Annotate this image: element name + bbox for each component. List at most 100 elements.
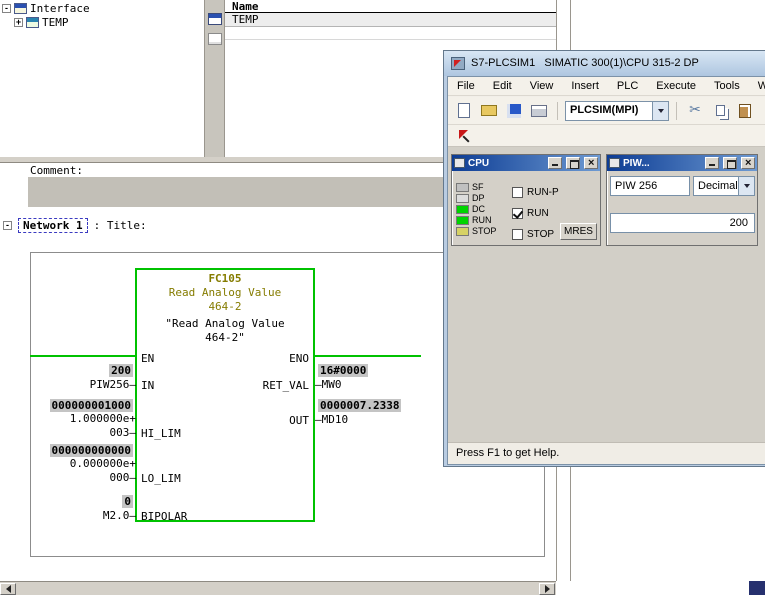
mode-dropdown[interactable]: PLCSIM(MPI) (565, 101, 669, 121)
save-button[interactable] (503, 100, 525, 122)
run-checkbox[interactable] (512, 208, 523, 219)
close-button[interactable] (584, 157, 598, 169)
pin-in: IN (141, 379, 154, 392)
ret-val-operand[interactable]: —MW0 (315, 378, 433, 391)
scroll-left-button[interactable] (0, 583, 16, 595)
plcsim-window-title: S7-PLCSIM1 SIMATIC 300(1)\CPU 315-2 DP (471, 57, 699, 70)
lo-lim-operand-line2[interactable]: 000— (30, 471, 136, 484)
menu-file[interactable]: File (448, 77, 484, 95)
stop-led-icon (456, 227, 469, 236)
table-row-temp[interactable]: TEMP (225, 13, 556, 27)
print-button[interactable] (528, 100, 550, 122)
hi-lim-operand-line2[interactable]: 003— (30, 426, 136, 439)
ret-val-monitor-value-row: 16#0000 (315, 364, 433, 377)
save-icon (507, 104, 521, 118)
mdi-client-area: CPU SF DP (448, 147, 765, 442)
maximize-button[interactable] (723, 157, 737, 169)
led-stop: STOP (456, 227, 496, 236)
collapse-icon[interactable]: - (2, 4, 11, 13)
toolbar-separator (676, 102, 677, 120)
bipolar-operand[interactable]: M2.0— (30, 509, 136, 522)
plcsim-window: S7-PLCSIM1 SIMATIC 300(1)\CPU 315-2 DP F… (443, 50, 765, 467)
network-collapse-icon[interactable]: - (3, 221, 12, 230)
new-button[interactable] (453, 100, 475, 122)
scroll-right-button[interactable] (539, 583, 555, 595)
hi-lim-operand-line1[interactable]: 1.000000e+ (30, 412, 136, 425)
table-row-empty[interactable] (225, 27, 556, 40)
out-monitor-value[interactable]: 0000007.2338 (318, 399, 401, 412)
horizontal-scrollbar[interactable] (0, 581, 556, 595)
menu-window[interactable]: Window (749, 77, 765, 95)
dropdown-button[interactable] (652, 102, 668, 120)
minimize-button[interactable] (705, 157, 719, 169)
in-operand[interactable]: PIW256— (30, 378, 136, 391)
temp-section-icon (26, 17, 39, 28)
piw-monitor-value[interactable]: 200 (610, 213, 755, 233)
checkbox-label: RUN-P (527, 186, 559, 199)
block-name-line1: "Read Analog Value (137, 317, 313, 330)
menu-edit[interactable]: Edit (484, 77, 521, 95)
expand-icon[interactable]: + (14, 18, 23, 27)
mres-button[interactable]: MRES (560, 223, 597, 240)
lo-lim-operand-line1[interactable]: 0.000000e+ (30, 457, 136, 470)
out-monitor-value-row: 0000007.2338 (315, 399, 433, 412)
sf-led-icon (456, 183, 469, 192)
stop-checkbox[interactable] (512, 229, 523, 240)
in-monitor-value[interactable]: 200 (109, 364, 133, 377)
table-header-name[interactable]: Name (225, 0, 556, 13)
menu-tools[interactable]: Tools (705, 77, 749, 95)
stop-checkbox-row[interactable]: STOP (512, 228, 554, 241)
tree-node-label: TEMP (42, 16, 69, 29)
run-checkbox-row[interactable]: RUN (512, 207, 549, 220)
bipolar-monitor-value-row: 0 (30, 495, 136, 508)
toggle-simulation-button[interactable] (454, 125, 476, 147)
led-sf: SF (456, 183, 484, 192)
piw-address-input[interactable]: PIW 256 (610, 176, 690, 196)
tree-node-interface[interactable]: - Interface (2, 2, 90, 15)
hi-lim-monitor-value[interactable]: 000000001000 (50, 399, 133, 412)
piw-window-title: PIW... (623, 157, 701, 170)
maximize-button[interactable] (566, 157, 580, 169)
block-title-line1: Read Analog Value (137, 286, 313, 299)
network-title[interactable]: : Title: (94, 219, 147, 232)
scroll-right-icon (545, 585, 550, 593)
close-button[interactable] (741, 157, 755, 169)
plcsim-menubar: File Edit View Insert PLC Execute Tools … (448, 77, 765, 96)
pin-ret-val: RET_VAL (263, 379, 309, 392)
cut-button[interactable] (684, 100, 706, 122)
menu-plc[interactable]: PLC (608, 77, 647, 95)
menu-insert[interactable]: Insert (562, 77, 608, 95)
paste-icon (739, 104, 751, 118)
plcsim-toolbar-2 (448, 125, 765, 147)
toolbar-separator (557, 102, 558, 120)
run-p-checkbox-row[interactable]: RUN-P (512, 186, 559, 199)
menu-view[interactable]: View (521, 77, 563, 95)
dropdown-button[interactable] (738, 177, 754, 195)
copy-button[interactable] (709, 100, 731, 122)
lo-lim-monitor-value[interactable]: 000000000000 (50, 444, 133, 457)
bipolar-monitor-value[interactable]: 0 (122, 495, 133, 508)
led-label: RUN (472, 216, 492, 225)
cpu-window[interactable]: CPU SF DP (451, 154, 601, 246)
out-operand[interactable]: —MD10 (315, 413, 433, 426)
piw-title-bar[interactable]: PIW... (607, 155, 757, 171)
ret-val-monitor-value[interactable]: 16#0000 (318, 364, 368, 377)
cpu-title-bar[interactable]: CPU (452, 155, 600, 171)
corner-box (749, 581, 765, 595)
menu-execute[interactable]: Execute (647, 77, 705, 95)
plcsim-title-bar[interactable]: S7-PLCSIM1 SIMATIC 300(1)\CPU 315-2 DP (444, 51, 765, 76)
paste-button[interactable] (734, 100, 756, 122)
piw-window[interactable]: PIW... PIW 256 Decimal 200 (606, 154, 758, 246)
run-p-checkbox[interactable] (512, 187, 523, 198)
block-name-line2: 464-2" (137, 331, 313, 344)
piw-format-dropdown[interactable]: Decimal (693, 176, 755, 196)
fc105-block[interactable]: FC105 Read Analog Value 464-2 "Read Anal… (135, 268, 315, 522)
chevron-down-icon (744, 184, 750, 188)
minimize-button[interactable] (548, 157, 562, 169)
cpu-window-title: CPU (468, 157, 544, 170)
chevron-down-icon (658, 109, 664, 113)
network-label[interactable]: Network 1 (18, 218, 88, 233)
tree-node-temp[interactable]: + TEMP (14, 16, 69, 29)
open-button[interactable] (478, 100, 500, 122)
plcsim-toolbar: PLCSIM(MPI) (448, 97, 765, 125)
